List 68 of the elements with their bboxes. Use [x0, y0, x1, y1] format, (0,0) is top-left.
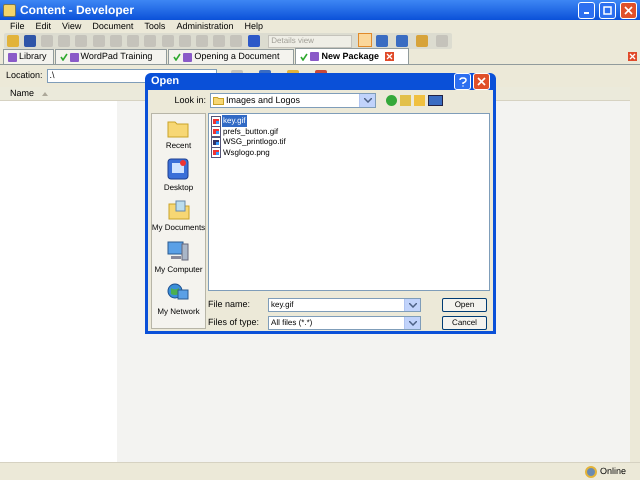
toolbar-icon[interactable]: [23, 33, 36, 49]
maximize-icon: [603, 6, 612, 14]
image-file-icon: [211, 147, 221, 158]
menu-item[interactable]: Document: [92, 20, 134, 34]
document-icon: [8, 52, 17, 62]
tab[interactable]: Library: [3, 49, 54, 64]
maximize-button[interactable]: [599, 2, 616, 18]
menu-item[interactable]: View: [62, 20, 82, 34]
close-icon: [624, 6, 633, 14]
menu-item[interactable]: Edit: [36, 20, 52, 34]
look-in-select[interactable]: Images and Logos: [210, 93, 376, 108]
sort-arrow-icon: [42, 92, 48, 96]
document-icon: [183, 52, 192, 62]
computer-icon: [167, 240, 190, 262]
list-entry[interactable]: prefs_button.gif: [211, 126, 487, 137]
column-header[interactable]: Name: [0, 87, 117, 101]
desktop-icon: [167, 158, 190, 180]
toolbar-icon[interactable]: [394, 33, 410, 49]
document-icon: [310, 52, 320, 61]
open-button[interactable]: Open: [442, 298, 487, 312]
menu-item[interactable]: Tools: [144, 20, 166, 34]
list-entry[interactable]: WSG_printlogo.tif: [211, 137, 487, 148]
toolbar-icon[interactable]: [247, 33, 260, 49]
close-button[interactable]: [620, 2, 637, 18]
picture-file-icon: [211, 136, 221, 148]
online-icon: [584, 466, 597, 478]
close-icon[interactable]: [628, 52, 637, 61]
document-icon: [70, 52, 79, 62]
check-icon: [60, 53, 68, 61]
folder-icon: [213, 96, 224, 105]
menu-item[interactable]: File: [10, 20, 25, 34]
list-entry[interactable]: Wsglogo.png: [211, 148, 487, 158]
close-icon: [477, 77, 486, 86]
minimize-button[interactable]: [578, 2, 595, 18]
look-in-label: Look in:: [173, 94, 207, 107]
place-item[interactable]: My Computer: [154, 240, 202, 276]
place-item[interactable]: My Network: [157, 282, 200, 318]
help-icon: [458, 76, 466, 86]
help-button[interactable]: [454, 73, 471, 90]
documents-folder-icon: [168, 200, 190, 220]
status-text: Online: [600, 464, 626, 478]
cancel-button[interactable]: Cancel: [442, 316, 487, 330]
file-name-field[interactable]: key.gif: [268, 298, 421, 312]
location-label: Location:: [6, 69, 43, 82]
minimize-icon: [584, 12, 590, 14]
file-name-label: File name:: [208, 298, 252, 312]
place-item[interactable]: Recent: [166, 118, 192, 152]
check-icon: [173, 53, 182, 61]
image-file-icon: [211, 116, 221, 127]
tab[interactable]: New Package: [295, 48, 409, 64]
app-icon: [3, 4, 16, 16]
place-item[interactable]: Desktop: [164, 158, 194, 194]
place-item[interactable]: My Documents: [152, 200, 205, 234]
tab[interactable]: WordPad Training: [54, 49, 168, 64]
toolbar-icon[interactable]: [374, 33, 390, 49]
tab[interactable]: Opening a Document: [168, 49, 294, 64]
file-type-label: Files of type:: [208, 316, 260, 330]
menu-item[interactable]: Help: [244, 20, 263, 34]
details-view-icon[interactable]: [358, 33, 372, 47]
view-menu-icon[interactable]: [428, 95, 443, 106]
list-entry[interactable]: key.gif: [211, 116, 487, 126]
image-file-icon: [211, 126, 221, 138]
file-type-select[interactable]: All files (*.*): [268, 316, 421, 330]
close-button[interactable]: [473, 73, 490, 90]
menu-item[interactable]: Administration: [176, 20, 234, 34]
check-icon: [300, 52, 308, 60]
close-icon[interactable]: [385, 52, 394, 61]
window-title: Content - Developer: [20, 2, 134, 19]
